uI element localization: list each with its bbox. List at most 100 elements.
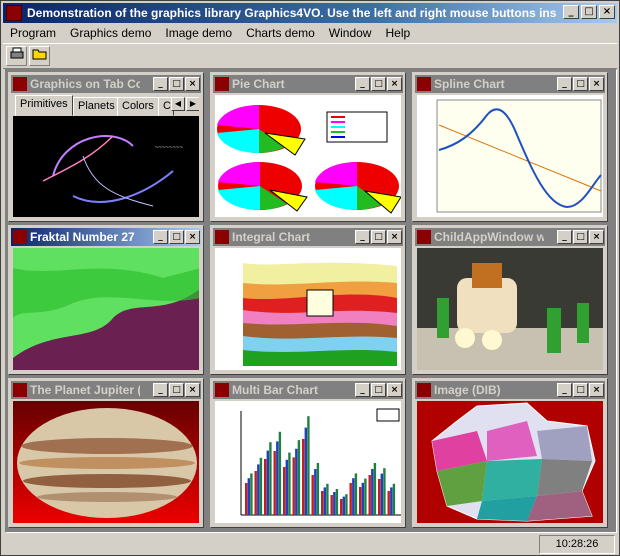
window-icon[interactable]: [215, 77, 229, 91]
bar: [330, 495, 333, 515]
tab-scroll-right-button[interactable]: ▶: [186, 97, 199, 111]
window-icon[interactable]: [215, 383, 229, 397]
maximize-button[interactable]: □: [169, 77, 184, 91]
minimize-button[interactable]: _: [355, 230, 370, 244]
window-icon[interactable]: [417, 77, 431, 91]
mdi-client-area: Graphics on Tab Co... _□× Primitives Pla…: [5, 69, 617, 533]
maximize-button[interactable]: □: [371, 230, 386, 244]
minimize-button[interactable]: _: [153, 77, 168, 91]
child-window-photo[interactable]: ChildAppWindow wit _ □ ×: [412, 225, 608, 375]
menubar: Program Graphics demo Image demo Charts …: [3, 24, 617, 42]
bar: [245, 483, 248, 515]
minimize-button[interactable]: _: [355, 77, 370, 91]
maximize-button[interactable]: □: [371, 77, 386, 91]
close-button[interactable]: ×: [387, 383, 402, 397]
menu-window[interactable]: Window: [322, 24, 379, 42]
menu-program[interactable]: Program: [3, 24, 63, 42]
close-button[interactable]: ×: [599, 5, 615, 19]
window-icon[interactable]: [13, 383, 27, 397]
child-window-jupiter[interactable]: The Planet Jupiter ( _ □ ×: [8, 378, 204, 528]
toolbar: [3, 43, 617, 69]
window-icon[interactable]: [215, 230, 229, 244]
bar: [288, 452, 291, 515]
child-window-spline-chart[interactable]: Spline Chart _ □ ×: [412, 72, 608, 222]
menu-image-demo[interactable]: Image demo: [158, 24, 239, 42]
close-button[interactable]: ×: [387, 77, 402, 91]
child-window-graphics-tab[interactable]: Graphics on Tab Co... _□× Primitives Pla…: [8, 72, 204, 222]
bar: [257, 464, 260, 515]
minimize-button[interactable]: _: [355, 383, 370, 397]
close-button[interactable]: ×: [589, 383, 604, 397]
close-button[interactable]: ×: [589, 77, 604, 91]
maximize-button[interactable]: □: [371, 383, 386, 397]
child-window-multi-bar-chart[interactable]: Multi Bar Chart _ □ ×: [210, 378, 406, 528]
app-titlebar[interactable]: Demonstration of the graphics library Gr…: [3, 3, 617, 23]
bar: [326, 483, 329, 515]
bar: [259, 457, 263, 515]
window-title: Graphics on Tab Co...: [30, 77, 140, 91]
window-title: Fraktal Number 27: [30, 230, 135, 244]
close-button[interactable]: ×: [387, 230, 402, 244]
minimize-button[interactable]: _: [557, 383, 572, 397]
jupiter-image: [13, 401, 199, 523]
menu-help[interactable]: Help: [378, 24, 417, 42]
tab-primitives[interactable]: Primitives: [15, 95, 73, 116]
bar: [292, 457, 295, 515]
maximize-button[interactable]: □: [169, 230, 184, 244]
close-button[interactable]: ×: [185, 77, 200, 91]
bar: [283, 467, 286, 515]
menu-charts-demo[interactable]: Charts demo: [239, 24, 322, 42]
minimize-button[interactable]: _: [153, 230, 168, 244]
bar: [264, 459, 267, 515]
menu-graphics-demo[interactable]: Graphics demo: [63, 24, 158, 42]
app-icon[interactable]: [6, 5, 22, 21]
window-icon[interactable]: [13, 77, 27, 91]
minimize-button[interactable]: _: [153, 383, 168, 397]
tab-planets[interactable]: Planets: [73, 97, 120, 116]
maximize-button[interactable]: □: [573, 230, 588, 244]
child-window-integral-chart[interactable]: Integral Chart _ □ ×: [210, 225, 406, 375]
print-button[interactable]: [6, 46, 27, 66]
bar: [354, 473, 358, 515]
bar: [383, 468, 386, 515]
bar: [378, 479, 381, 515]
bar: [349, 483, 352, 515]
window-icon[interactable]: [417, 383, 431, 397]
close-button[interactable]: ×: [589, 230, 604, 244]
window-title: Spline Chart: [434, 77, 505, 91]
bar: [340, 499, 343, 515]
bar: [276, 441, 279, 515]
fractal-image: [13, 248, 199, 370]
maximize-button[interactable]: □: [573, 383, 588, 397]
bar: [368, 475, 371, 515]
bar: [321, 491, 324, 515]
window-icon[interactable]: [13, 230, 27, 244]
open-button[interactable]: [29, 46, 50, 66]
minimize-button[interactable]: _: [557, 230, 572, 244]
maximize-button[interactable]: □: [581, 5, 597, 19]
maximize-button[interactable]: □: [169, 383, 184, 397]
bar: [371, 469, 374, 515]
child-window-pie-chart[interactable]: Pie Chart _ □ ×: [210, 72, 406, 222]
window-icon[interactable]: [417, 230, 431, 244]
bar: [352, 478, 355, 515]
child-window-fractal[interactable]: Fraktal Number 27 _ □ ×: [8, 225, 204, 375]
bar: [333, 492, 336, 515]
bar: [311, 475, 314, 515]
window-title: Integral Chart: [232, 230, 311, 244]
maximize-button[interactable]: □: [573, 77, 588, 91]
tab-colors[interactable]: Colors: [117, 97, 159, 116]
minimize-button[interactable]: _: [557, 77, 572, 91]
bar: [302, 439, 305, 515]
tab-scroll-left-button[interactable]: ◀: [171, 97, 185, 111]
minimize-button[interactable]: _: [563, 5, 579, 19]
tab-strip: Primitives Planets Colors C ◀ ▶: [13, 95, 199, 116]
close-button[interactable]: ×: [185, 383, 200, 397]
folder-open-icon: [32, 49, 46, 60]
close-button[interactable]: ×: [185, 230, 200, 244]
bar: [380, 473, 383, 515]
cake-train-photo: [417, 248, 603, 370]
window-title: The Planet Jupiter (: [30, 383, 140, 397]
child-window-image-dib[interactable]: Image (DIB) _ □ ×: [412, 378, 608, 528]
window-title: ChildAppWindow wit: [434, 230, 544, 244]
